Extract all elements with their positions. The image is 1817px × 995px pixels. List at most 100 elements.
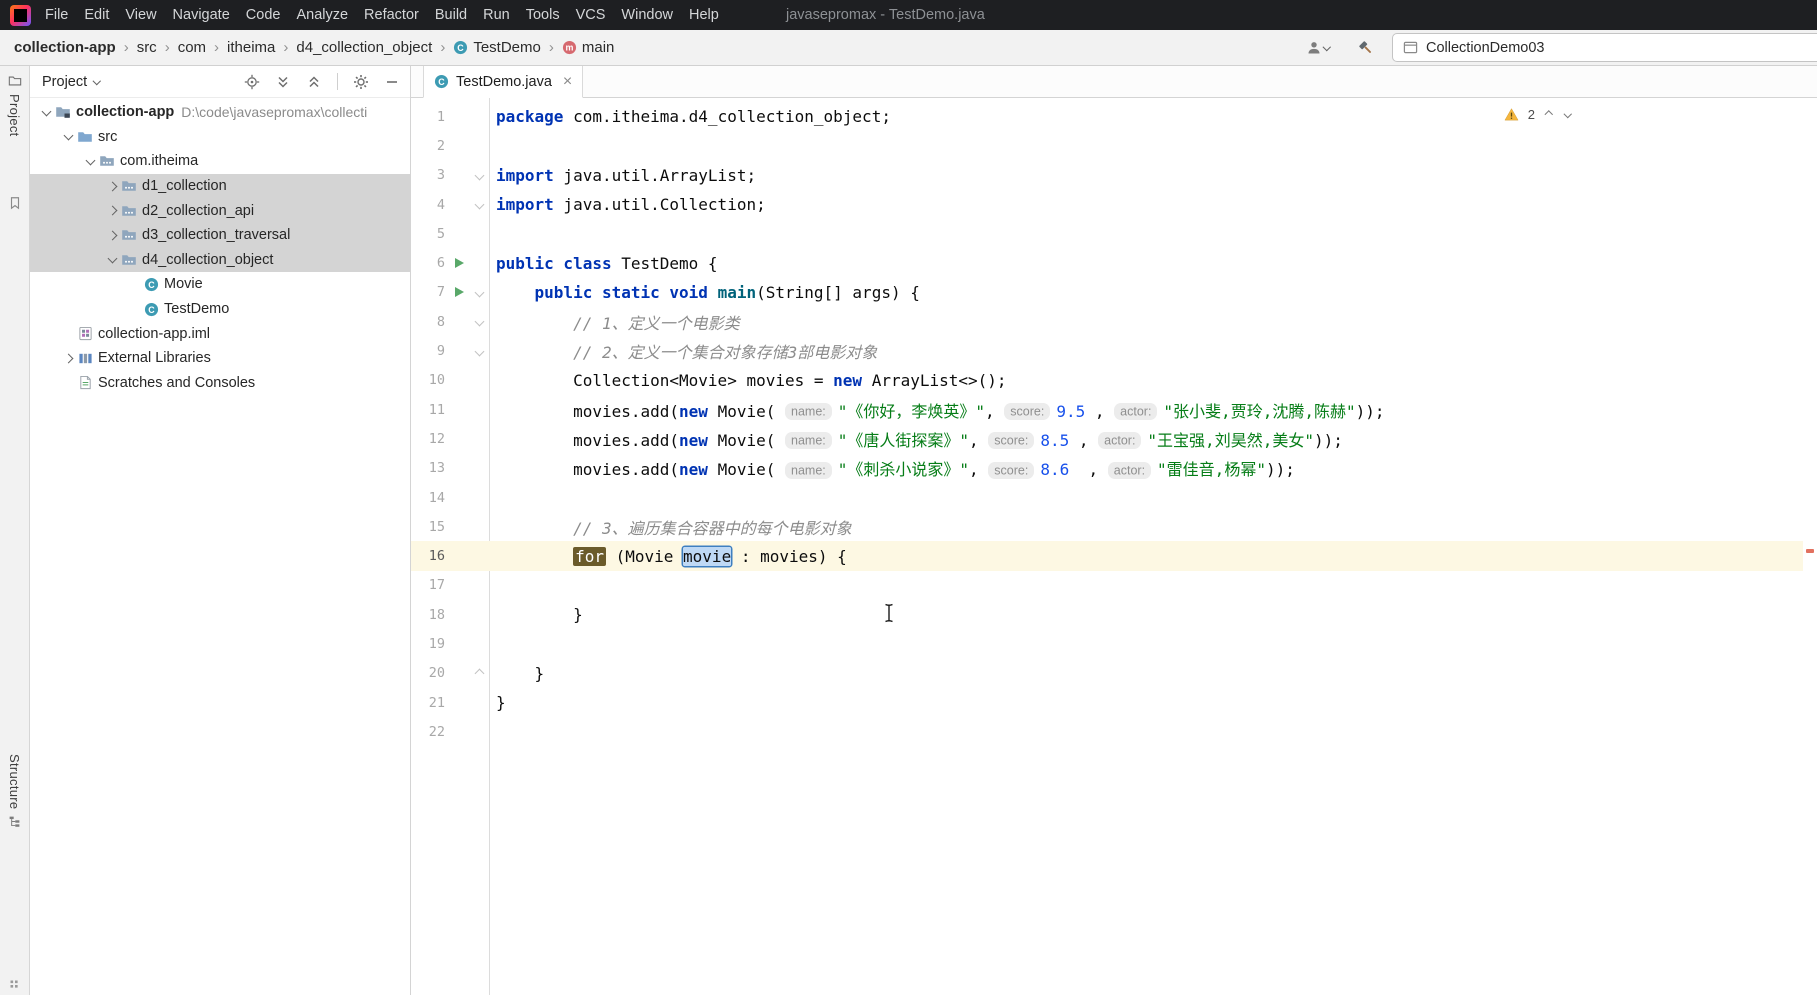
error-stripe-mark[interactable]: [1806, 549, 1814, 553]
project-view-selector[interactable]: Project: [42, 74, 101, 90]
code-token: ,: [1069, 430, 1099, 450]
tree-item-com-itheima[interactable]: com.itheima: [30, 149, 410, 174]
tree-chevron[interactable]: [60, 353, 76, 364]
code-text[interactable]: }: [489, 664, 545, 683]
code-text[interactable]: import java.util.Collection;: [489, 195, 766, 214]
bookmarks-tool-button[interactable]: [0, 196, 29, 210]
breadcrumb-item-com[interactable]: com: [178, 39, 206, 56]
run-gutter[interactable]: [449, 287, 469, 298]
fold-gutter[interactable]: [469, 316, 489, 327]
menu-item-help[interactable]: Help: [681, 0, 727, 30]
package-icon: [120, 252, 138, 268]
tree-item-d2-collection-api[interactable]: d2_collection_api: [30, 198, 410, 223]
prev-warning-button[interactable]: [1544, 110, 1554, 120]
locate-button[interactable]: [244, 74, 260, 90]
stripe-structure-button[interactable]: Structure: [0, 754, 29, 828]
menu-item-vcs[interactable]: VCS: [568, 0, 614, 30]
breadcrumb-item-d4_collection_object[interactable]: d4_collection_object: [296, 39, 432, 56]
code-text[interactable]: movies.add(new Movie( name: "《唐人街探案》", sc…: [489, 427, 1343, 451]
code-token: TestDemo {: [611, 253, 718, 273]
line-number: 8: [436, 313, 445, 330]
fold-gutter[interactable]: [469, 199, 489, 210]
tree-item-d1-collection[interactable]: d1_collection: [30, 173, 410, 199]
expand-all-button[interactable]: [275, 74, 291, 90]
code-text[interactable]: public static void main(String[] args) {: [489, 283, 920, 302]
fold-gutter[interactable]: [469, 170, 489, 181]
code-text[interactable]: for (Movie movie : movies) {: [489, 546, 847, 566]
tree-item-d4-collection-object[interactable]: d4_collection_object: [30, 247, 410, 273]
tree-item-src[interactable]: src: [30, 125, 410, 150]
breadcrumb-item-itheima[interactable]: itheima: [227, 39, 275, 56]
menu-item-navigate[interactable]: Navigate: [165, 0, 238, 30]
menu-item-build[interactable]: Build: [427, 0, 475, 30]
code-text[interactable]: }: [489, 605, 583, 624]
tree-chevron[interactable]: [60, 130, 76, 141]
line-number: 4: [436, 196, 445, 213]
tree-item-collection-app-iml[interactable]: collection-app.iml: [30, 321, 410, 346]
run-configuration-select[interactable]: CollectionDemo03: [1392, 33, 1817, 62]
code-line-11: 11 movies.add(new Movie( name: "《你好，李焕英》"…: [411, 395, 1803, 424]
code-text[interactable]: public class TestDemo {: [489, 254, 718, 273]
code-text[interactable]: Collection<Movie> movies = new ArrayList…: [489, 371, 1007, 390]
code-text[interactable]: movies.add(new Movie( name: "《刺杀小说家》", sc…: [489, 456, 1295, 480]
mouse-cursor-ibeam: [883, 603, 895, 627]
menu-item-file[interactable]: File: [37, 0, 76, 30]
stripe-project-button[interactable]: Project: [0, 74, 29, 137]
code-text[interactable]: import java.util.ArrayList;: [489, 166, 756, 185]
code-text[interactable]: movies.add(new Movie( name: "《你好，李焕英》", s…: [489, 398, 1384, 422]
tree-chevron[interactable]: [104, 181, 120, 192]
error-stripe-scrollbar[interactable]: [1803, 98, 1817, 995]
tree-item-d3-collection-traversal[interactable]: d3_collection_traversal: [30, 222, 410, 248]
next-warning-button[interactable]: [1563, 109, 1573, 119]
code-text[interactable]: package com.itheima.d4_collection_object…: [489, 107, 891, 126]
tree-item-movie[interactable]: C Movie: [30, 272, 410, 297]
editor-body[interactable]: 1 package com.itheima.d4_collection_objec…: [411, 98, 1817, 995]
user-icon: [1306, 40, 1322, 56]
close-tab-icon[interactable]: ×: [563, 73, 572, 90]
code-text[interactable]: // 3、遍历集合容器中的每个电影对象: [489, 515, 852, 539]
code-line-2: 2: [411, 131, 1803, 160]
settings-button[interactable]: [353, 74, 369, 90]
breadcrumb-item-collection-app[interactable]: collection-app: [14, 39, 116, 56]
fold-gutter[interactable]: [469, 346, 489, 356]
tree-item-scratches-and-consoles[interactable]: Scratches and Consoles: [30, 371, 410, 396]
tree-chevron[interactable]: [104, 205, 120, 216]
breadcrumb-item-main[interactable]: m main: [562, 39, 614, 56]
hide-button[interactable]: [384, 74, 400, 90]
tree-chevron[interactable]: [104, 253, 120, 264]
collapse-all-button[interactable]: [306, 74, 322, 90]
tree-chevron[interactable]: [104, 230, 120, 241]
menu-item-tools[interactable]: Tools: [518, 0, 568, 30]
package-icon: [120, 227, 138, 243]
code-token: "《刺杀小说家》": [837, 460, 970, 480]
menu-item-edit[interactable]: Edit: [76, 0, 117, 30]
menu-item-run[interactable]: Run: [475, 0, 518, 30]
stripe-grid-icon[interactable]: [0, 979, 29, 991]
code-text[interactable]: }: [489, 693, 506, 712]
breadcrumb-item-testdemo[interactable]: C TestDemo: [453, 39, 541, 56]
code-text[interactable]: // 1、定义一个电影类: [489, 310, 740, 334]
breadcrumb: collection-app › src › com › itheima › d4_collec…: [14, 39, 614, 56]
build-project-button[interactable]: [1357, 30, 1375, 66]
menu-item-analyze[interactable]: Analyze: [288, 0, 356, 30]
fold-gutter[interactable]: [469, 668, 489, 679]
code-line-4: 4 import java.util.Collection;: [411, 190, 1803, 219]
code-text[interactable]: // 2、定义一个集合对象存储3部电影对象: [489, 339, 877, 363]
code-line-8: 8 // 1、定义一个电影类: [411, 307, 1803, 336]
tree-item-testdemo[interactable]: C TestDemo: [30, 297, 410, 322]
tree-item-collection-app[interactable]: collection-app D:\code\javasepromax\colle…: [30, 100, 410, 125]
run-gutter[interactable]: [449, 258, 469, 269]
fold-gutter[interactable]: [469, 287, 489, 298]
menu-item-code[interactable]: Code: [238, 0, 289, 30]
tree-item-external-libraries[interactable]: External Libraries: [30, 346, 410, 371]
menu-item-view[interactable]: View: [117, 0, 164, 30]
menu-item-window[interactable]: Window: [613, 0, 681, 30]
intellij-logo-icon[interactable]: [10, 4, 31, 26]
user-menu-button[interactable]: [1306, 30, 1331, 66]
tree-chevron[interactable]: [38, 106, 54, 117]
breadcrumb-item-src[interactable]: src: [137, 39, 157, 56]
tab-testdemo-java[interactable]: C TestDemo.java ×: [423, 66, 584, 98]
menu-item-refactor[interactable]: Refactor: [356, 0, 427, 30]
code-token: : movies) {: [731, 546, 847, 566]
tree-chevron[interactable]: [82, 155, 98, 166]
